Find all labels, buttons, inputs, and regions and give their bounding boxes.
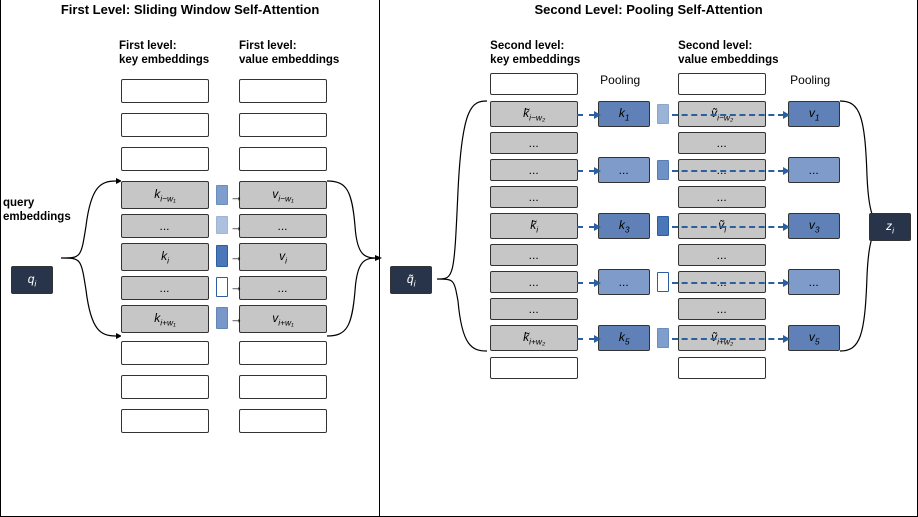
- vbox-1: [239, 113, 327, 137]
- qtilde-box: q̃i: [390, 266, 432, 294]
- vbox-9: [239, 375, 327, 399]
- kbox-7: ki+w₁: [121, 305, 209, 333]
- vp-4: v5: [788, 325, 840, 351]
- rchip-1: [657, 104, 669, 124]
- rchip-3: [657, 216, 669, 236]
- khbox-10: [490, 357, 578, 379]
- chip-3: [216, 245, 228, 267]
- vhbox-2: ...: [678, 132, 766, 154]
- khbox-3: ...: [490, 159, 578, 181]
- chip-4: [216, 277, 228, 297]
- kbox-9: [121, 375, 209, 399]
- darrow-k3: [577, 226, 595, 228]
- brace-qtilde: [432, 96, 492, 356]
- kbox-0: [121, 79, 209, 103]
- vhbox-10: [678, 357, 766, 379]
- kbox-10: [121, 409, 209, 433]
- chip-2: [216, 216, 228, 234]
- vbox-3: vi−w₁: [239, 181, 327, 209]
- q-label: qi: [28, 272, 37, 288]
- khbox-7: ...: [490, 271, 578, 293]
- khbox-8: ...: [490, 298, 578, 320]
- left-col1-header: First level: key embeddings: [119, 39, 209, 68]
- kbox-8: [121, 341, 209, 365]
- khbox-4: ...: [490, 186, 578, 208]
- z-box: zi: [869, 213, 911, 241]
- darrow-v3: [672, 226, 784, 228]
- kp-4: k5: [598, 325, 650, 351]
- khbox-5: k̃i: [490, 213, 578, 239]
- vp-3: ...: [788, 269, 840, 295]
- vbox-2: [239, 147, 327, 171]
- rchip-2: [657, 160, 669, 180]
- vp-0: v1: [788, 101, 840, 127]
- kbox-1: [121, 113, 209, 137]
- darrow-k5: [577, 338, 595, 340]
- vhbox-0: [678, 73, 766, 95]
- vbox-10: [239, 409, 327, 433]
- kbox-5: ki: [121, 243, 209, 271]
- right-col1-header: Second level: key embeddings: [490, 39, 580, 68]
- kp-3: ...: [598, 269, 650, 295]
- vbox-5: vi: [239, 243, 327, 271]
- darrow-k2: [577, 170, 595, 172]
- vp-2: v3: [788, 213, 840, 239]
- left-col2-header: First level: value embeddings: [239, 39, 339, 68]
- left-title: First Level: Sliding Window Self-Attenti…: [1, 0, 379, 19]
- panel-left: First Level: Sliding Window Self-Attenti…: [1, 1, 380, 516]
- panel-right: Second Level: Pooling Self-Attention q̃i…: [380, 1, 917, 516]
- kbox-6: ...: [121, 276, 209, 300]
- right-col2-header: Second level: value embeddings: [678, 39, 778, 68]
- vbox-0: [239, 79, 327, 103]
- vbox-8: [239, 341, 327, 365]
- kbox-2: [121, 147, 209, 171]
- khbox-2: ...: [490, 132, 578, 154]
- chip-5: [216, 307, 228, 329]
- brace-values-out: [327, 176, 382, 341]
- darrow-k4: [577, 282, 595, 284]
- rchip-5: [657, 328, 669, 348]
- right-title: Second Level: Pooling Self-Attention: [380, 0, 917, 19]
- vbox-4: ...: [239, 214, 327, 238]
- vbox-6: ...: [239, 276, 327, 300]
- vbox-7: vi+w₁: [239, 305, 327, 333]
- pooling-label-1: Pooling: [600, 73, 640, 87]
- diagram-container: First Level: Sliding Window Self-Attenti…: [0, 0, 918, 517]
- vhbox-4: ...: [678, 186, 766, 208]
- khbox-9: k̃i+w₂: [490, 325, 578, 351]
- brace-q-to-keys: [56, 176, 121, 341]
- darrow-v4: [672, 282, 784, 284]
- vhbox-8: ...: [678, 298, 766, 320]
- kp-1: ...: [598, 157, 650, 183]
- kp-0: k1: [598, 101, 650, 127]
- darrow-v2: [672, 170, 784, 172]
- vhbox-6: ...: [678, 244, 766, 266]
- kp-2: k3: [598, 213, 650, 239]
- darrow-k1: [577, 114, 595, 116]
- vp-1: ...: [788, 157, 840, 183]
- khbox-6: ...: [490, 244, 578, 266]
- query-box: qi: [11, 266, 53, 294]
- darrow-v1: [672, 114, 784, 116]
- darrow-v5: [672, 338, 784, 340]
- pooling-label-2: Pooling: [790, 73, 830, 87]
- khbox-0: [490, 73, 578, 95]
- rchip-4: [657, 272, 669, 292]
- kbox-4: ...: [121, 214, 209, 238]
- chip-1: [216, 185, 228, 205]
- kbox-3: ki−w₁: [121, 181, 209, 209]
- khbox-1: k̃i−w₂: [490, 101, 578, 127]
